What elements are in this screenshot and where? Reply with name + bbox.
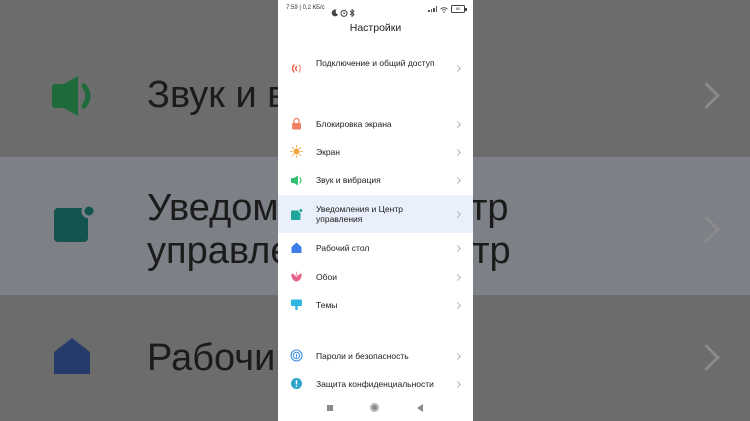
settings-item-desktop[interactable]: Рабочий стол: [278, 234, 473, 262]
moon-icon: [331, 4, 339, 22]
background-label-tr: тр: [470, 187, 509, 229]
chevron-right-icon: [453, 301, 462, 310]
settings-item-label: Блокировка экрана: [316, 119, 392, 129]
settings-item-sound[interactable]: Звук и вибрация: [278, 166, 473, 194]
settings-item-passwords[interactable]: Пароли и безопасность: [278, 342, 473, 370]
back-icon[interactable]: [417, 404, 423, 412]
chevron-right-icon: [453, 148, 462, 157]
settings-item-label: Подключение и общий доступ: [316, 58, 435, 68]
alarm-icon: [340, 4, 348, 22]
chevron-right-icon: [453, 210, 462, 219]
home-button-icon[interactable]: [370, 403, 379, 412]
speaker-icon: [52, 76, 96, 121]
wifi-icon: [440, 0, 448, 18]
chevron-right-icon: [453, 380, 462, 389]
chevron-right-icon: [453, 244, 462, 253]
recents-icon[interactable]: [327, 405, 333, 411]
lock-icon: [290, 117, 303, 130]
settings-item-wallpaper[interactable]: Обои: [278, 263, 473, 291]
connection-icon: [290, 62, 303, 75]
flower-icon: [290, 270, 303, 283]
speaker-icon: [290, 174, 303, 187]
notification-icon: [290, 208, 304, 221]
fingerprint-icon: [290, 349, 303, 362]
settings-item-label: Защита конфиденциальности: [316, 379, 434, 389]
status-bar: 7:59 | 0,2 КБ/с 80: [278, 0, 473, 18]
theme-icon: [290, 298, 303, 311]
chevron-right-icon: [453, 176, 462, 185]
chevron-right-icon: [453, 120, 462, 129]
chevron-right-icon: [453, 273, 462, 282]
navigation-bar: [278, 398, 473, 421]
settings-item-notifications[interactable]: Уведомления и Центр управления: [278, 195, 473, 233]
privacy-icon: [290, 377, 303, 390]
settings-item-label: Экран: [316, 147, 340, 157]
settings-item-label: Темы: [316, 300, 338, 310]
page-title: Настройки: [349, 22, 402, 34]
battery-icon: 80: [451, 5, 467, 13]
chevron-right-icon: [453, 352, 462, 361]
settings-item-label: Звук и вибрация: [316, 175, 381, 185]
settings-item-connection[interactable]: Подключение и общий доступ: [278, 54, 473, 82]
chevron-right-icon: [453, 64, 462, 73]
background-label-desktop: Рабочий: [147, 337, 297, 379]
settings-item-themes[interactable]: Темы: [278, 291, 473, 319]
home-icon: [52, 336, 96, 381]
settings-item-display[interactable]: Экран: [278, 138, 473, 166]
settings-item-lock-screen[interactable]: Блокировка экрана: [278, 110, 473, 138]
settings-item-label: Рабочий стол: [316, 243, 370, 253]
notification-icon: [52, 203, 97, 249]
phone-screen: 7:59 | 0,2 КБ/с 80 Настройки Подключение…: [278, 0, 473, 421]
sun-icon: [290, 145, 303, 158]
status-text: 7:59 | 0,2 КБ/с: [286, 5, 325, 11]
status-indicators: 80: [428, 5, 467, 13]
home-icon: [290, 241, 303, 254]
settings-item-label: Уведомления и Центр управления: [316, 204, 403, 224]
background-label-control: управле: [147, 230, 292, 272]
settings-item-privacy[interactable]: Защита конфиденциальности: [278, 370, 473, 398]
settings-item-label: Пароли и безопасность: [316, 351, 409, 361]
signal-icon: [428, 6, 437, 12]
settings-item-label: Обои: [316, 272, 337, 282]
bluetooth-icon: [349, 4, 355, 22]
